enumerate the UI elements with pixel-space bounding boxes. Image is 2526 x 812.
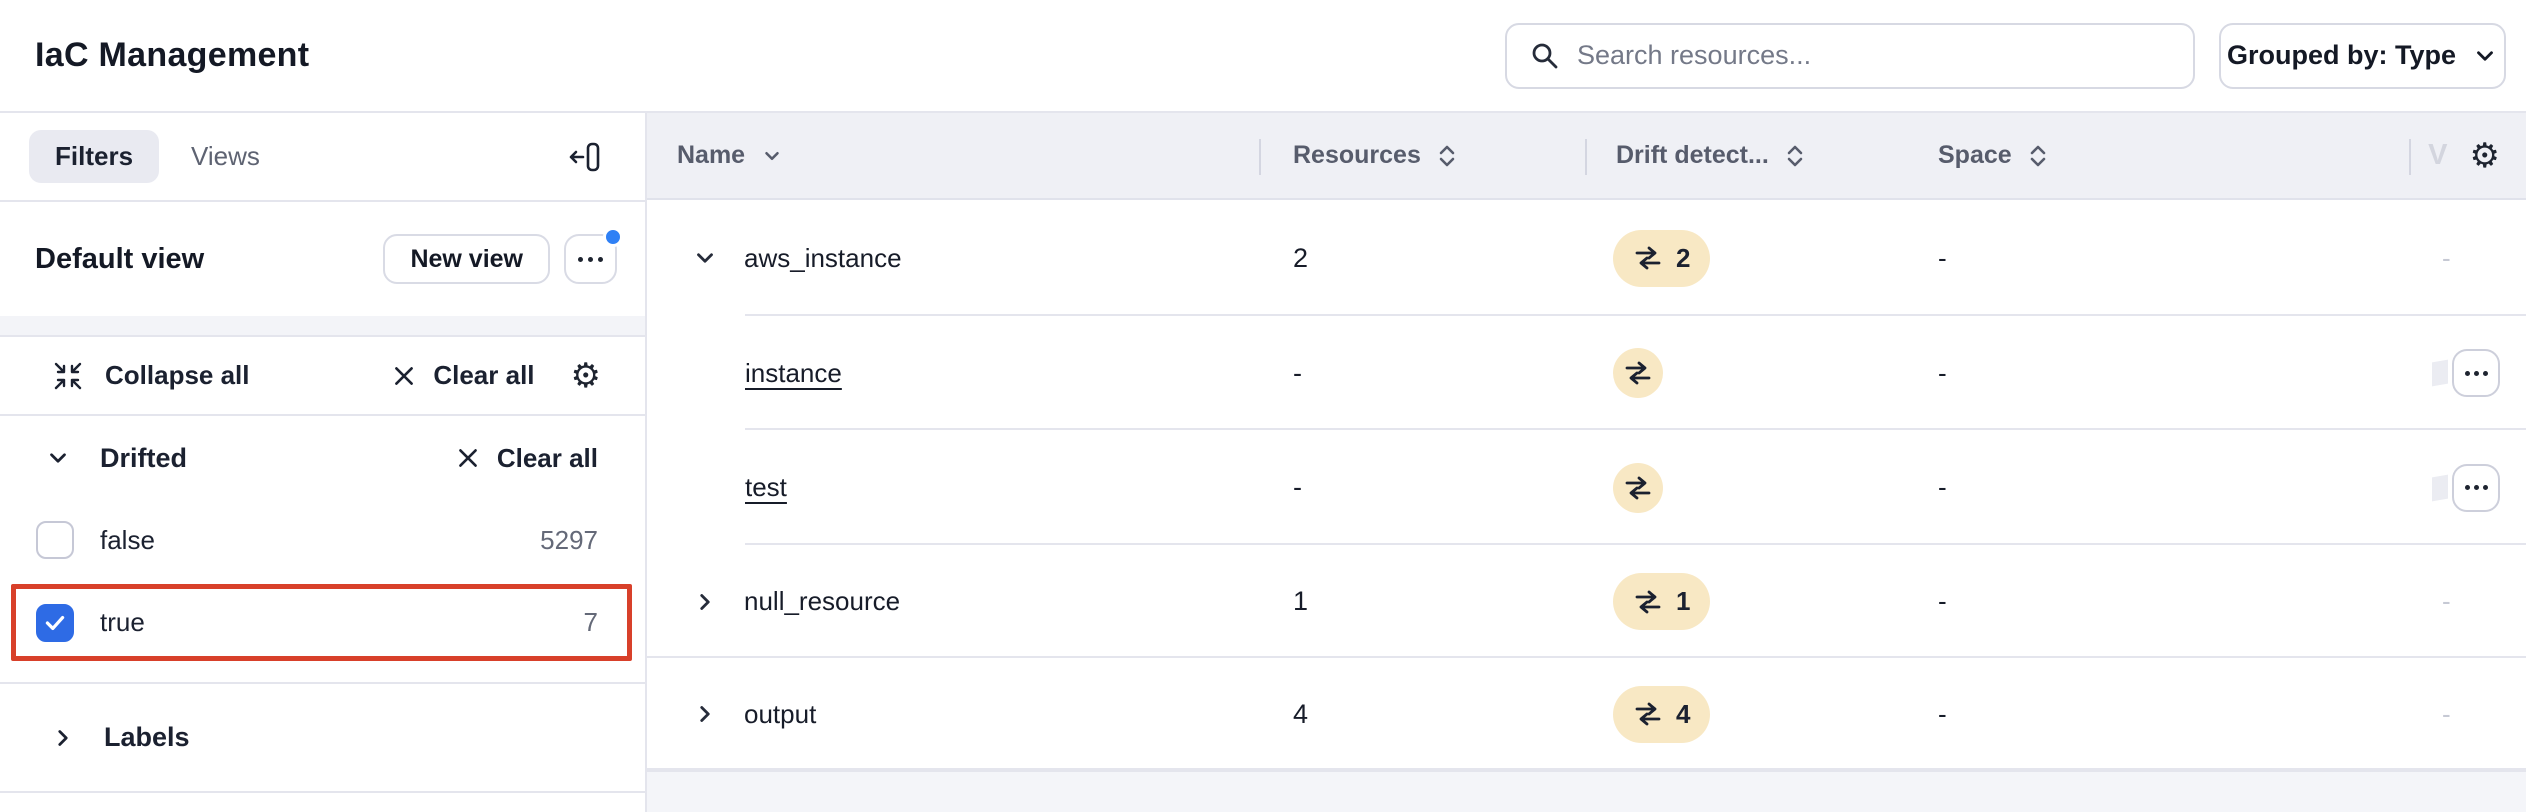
checkbox-checked[interactable] bbox=[36, 604, 74, 642]
top-bar-actions: Grouped by: Type bbox=[1505, 23, 2506, 89]
checkbox-unchecked[interactable] bbox=[36, 521, 74, 559]
column-header-name[interactable]: Name bbox=[647, 113, 1259, 198]
section-title: Labels bbox=[104, 722, 190, 753]
view-more-button[interactable] bbox=[564, 234, 617, 284]
drift-arrows-icon bbox=[1633, 700, 1663, 728]
divider bbox=[647, 768, 2526, 770]
new-view-button[interactable]: New view bbox=[383, 234, 550, 284]
partial-icon-fragment bbox=[2432, 474, 2448, 501]
resource-type-name: output bbox=[744, 699, 816, 730]
resources-table: Name Resources Drift detect... Space V bbox=[647, 113, 2526, 812]
chevron-right-icon bbox=[50, 725, 76, 751]
top-bar: IaC Management Grouped by: Type bbox=[0, 0, 2526, 113]
option-label: false bbox=[100, 525, 155, 556]
table-settings-gear-icon[interactable]: ⚙ bbox=[2470, 139, 2500, 173]
drift-arrows-icon bbox=[1623, 359, 1653, 387]
chevron-down-icon bbox=[45, 445, 71, 471]
table-row[interactable]: instance - - bbox=[647, 316, 2526, 430]
table-row[interactable]: aws_instance 2 2 - - bbox=[647, 200, 2526, 316]
collapse-sidebar-button[interactable] bbox=[567, 139, 603, 175]
space-value: - bbox=[1920, 358, 2409, 389]
collapse-all-icon bbox=[53, 361, 83, 391]
column-header-drift[interactable]: Drift detect... bbox=[1585, 113, 1920, 198]
space-value: - bbox=[1920, 699, 2409, 730]
drift-badge: 1 bbox=[1613, 573, 1710, 630]
resource-type-name: aws_instance bbox=[744, 243, 902, 274]
column-header-space[interactable]: Space bbox=[1920, 113, 2409, 198]
close-icon bbox=[391, 363, 417, 389]
filter-option-true[interactable]: true 7 bbox=[0, 580, 645, 665]
sort-updown-icon bbox=[1785, 142, 1805, 170]
table-header-row: Name Resources Drift detect... Space V bbox=[647, 113, 2526, 200]
table-row[interactable]: null_resource 1 1 - - bbox=[647, 545, 2526, 658]
filter-settings-gear-icon[interactable]: ⚙ bbox=[571, 359, 601, 393]
resources-count: 2 bbox=[1259, 243, 1585, 274]
table-row[interactable]: output 4 4 - - bbox=[647, 658, 2526, 770]
resources-count: 4 bbox=[1259, 699, 1585, 730]
sort-updown-icon bbox=[2028, 142, 2048, 170]
table-body: aws_instance 2 2 - - instance - bbox=[647, 200, 2526, 770]
column-header-actions: V ⚙ bbox=[2409, 113, 2526, 198]
chevron-right-icon[interactable] bbox=[692, 701, 718, 727]
collapse-all-button[interactable]: Collapse all bbox=[53, 360, 250, 391]
section-labels-header[interactable]: Labels bbox=[0, 684, 645, 793]
view-title: Default view bbox=[35, 243, 204, 276]
search-box[interactable] bbox=[1505, 23, 2195, 89]
filters-sidebar: Filters Views Default view New view Coll… bbox=[0, 113, 647, 812]
chevron-right-icon[interactable] bbox=[692, 589, 718, 615]
space-value: - bbox=[1920, 243, 2409, 274]
row-more-button[interactable] bbox=[2452, 464, 2500, 512]
tab-filters[interactable]: Filters bbox=[29, 130, 159, 183]
clear-all-button[interactable]: Clear all bbox=[391, 360, 534, 391]
sort-updown-icon bbox=[1437, 142, 1457, 170]
sidebar-tabs: Filters Views bbox=[0, 113, 645, 202]
partial-icon-fragment bbox=[2432, 360, 2448, 387]
resources-count: - bbox=[1259, 472, 1585, 503]
chevron-down-icon[interactable] bbox=[692, 245, 718, 271]
trailing-value: - bbox=[2409, 586, 2526, 617]
section-spacer bbox=[0, 316, 645, 337]
filter-toolbar: Collapse all Clear all ⚙ bbox=[0, 337, 645, 416]
space-value: - bbox=[1920, 472, 2409, 503]
filter-option-false[interactable]: false 5297 bbox=[0, 500, 645, 580]
search-icon bbox=[1529, 40, 1561, 72]
truncated-glyph: V bbox=[2428, 139, 2447, 172]
current-view-row: Default view New view bbox=[0, 202, 645, 316]
chevron-down-icon bbox=[2472, 43, 2498, 69]
section-title: Drifted bbox=[100, 443, 187, 474]
drift-arrows-icon bbox=[1633, 244, 1663, 272]
option-label: true bbox=[100, 607, 145, 638]
grouped-by-dropdown[interactable]: Grouped by: Type bbox=[2219, 23, 2506, 89]
resource-type-name: null_resource bbox=[744, 586, 900, 617]
search-input[interactable] bbox=[1577, 40, 2171, 71]
trailing-value: - bbox=[2409, 699, 2526, 730]
column-header-resources[interactable]: Resources bbox=[1259, 113, 1585, 198]
close-icon bbox=[455, 445, 481, 471]
section-clear-all-button[interactable]: Clear all bbox=[455, 443, 598, 474]
drift-badge bbox=[1613, 463, 1663, 513]
page-title: IaC Management bbox=[35, 36, 309, 75]
drift-arrows-icon bbox=[1623, 474, 1653, 502]
option-count: 5297 bbox=[540, 525, 598, 556]
table-row[interactable]: test - - bbox=[647, 430, 2526, 545]
drift-arrows-icon bbox=[1633, 588, 1663, 616]
table-footer bbox=[647, 770, 2526, 812]
space-value: - bbox=[1920, 586, 2409, 617]
resource-link[interactable]: instance bbox=[745, 358, 842, 389]
notification-dot bbox=[603, 227, 623, 247]
resources-count: - bbox=[1259, 358, 1585, 389]
drift-badge: 2 bbox=[1613, 230, 1710, 287]
grouped-by-label: Grouped by: Type bbox=[2227, 40, 2456, 71]
trailing-value: - bbox=[2409, 243, 2526, 274]
sort-chevron-down-icon bbox=[761, 145, 783, 167]
option-count: 7 bbox=[584, 607, 598, 638]
section-drifted-header[interactable]: Drifted Clear all bbox=[0, 416, 645, 500]
drift-badge: 4 bbox=[1613, 686, 1710, 743]
drift-badge bbox=[1613, 348, 1663, 398]
resources-count: 1 bbox=[1259, 586, 1585, 617]
row-more-button[interactable] bbox=[2452, 349, 2500, 397]
tab-views[interactable]: Views bbox=[191, 141, 260, 172]
resource-link[interactable]: test bbox=[745, 472, 787, 503]
